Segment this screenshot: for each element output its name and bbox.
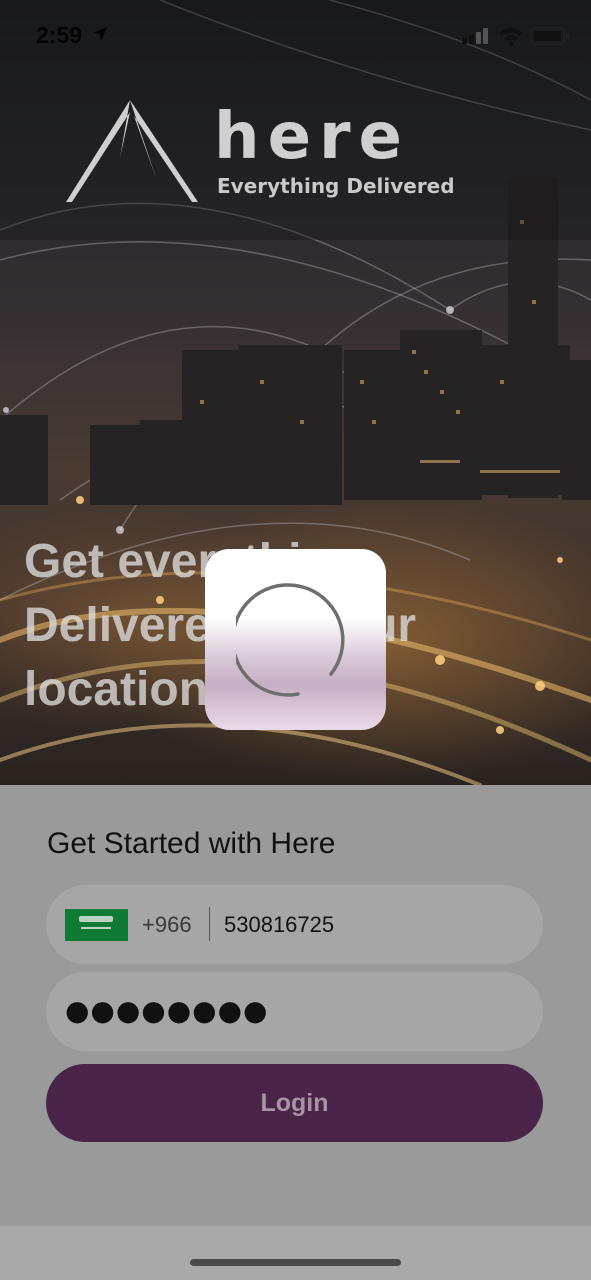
here-logo-icon bbox=[66, 100, 198, 202]
flag-sword bbox=[81, 927, 111, 929]
saudi-arabia-flag-icon[interactable] bbox=[65, 909, 128, 941]
brand-name: here bbox=[214, 100, 410, 174]
spinner-icon bbox=[236, 583, 345, 697]
login-title: Get Started with Here bbox=[47, 827, 336, 860]
status-time: 2:59 bbox=[36, 22, 83, 48]
signal-icon bbox=[462, 28, 488, 44]
brand-tagline: Everything Delivered bbox=[217, 174, 455, 198]
flag-inscription bbox=[79, 916, 113, 922]
password-input[interactable]: ●●●●●●●● bbox=[65, 994, 268, 1027]
location-arrow-icon bbox=[93, 27, 107, 41]
status-bar: 2:59 bbox=[0, 0, 591, 72]
home-indicator[interactable] bbox=[190, 1259, 401, 1266]
field-divider bbox=[209, 907, 210, 941]
password-field[interactable]: ●●●●●●●● bbox=[46, 972, 543, 1051]
wifi-icon bbox=[499, 28, 523, 46]
phone-number-input[interactable]: 530816725 bbox=[224, 912, 334, 938]
phone-field[interactable]: +966 530816725 bbox=[46, 885, 543, 964]
battery-icon bbox=[530, 27, 569, 45]
loading-overlay bbox=[205, 549, 386, 730]
country-code[interactable]: +966 bbox=[142, 912, 192, 938]
home-strip bbox=[0, 1226, 591, 1280]
login-sheet: Get Started with Here +966 530816725 ●●●… bbox=[0, 785, 591, 1226]
login-button[interactable]: Login bbox=[46, 1064, 543, 1142]
